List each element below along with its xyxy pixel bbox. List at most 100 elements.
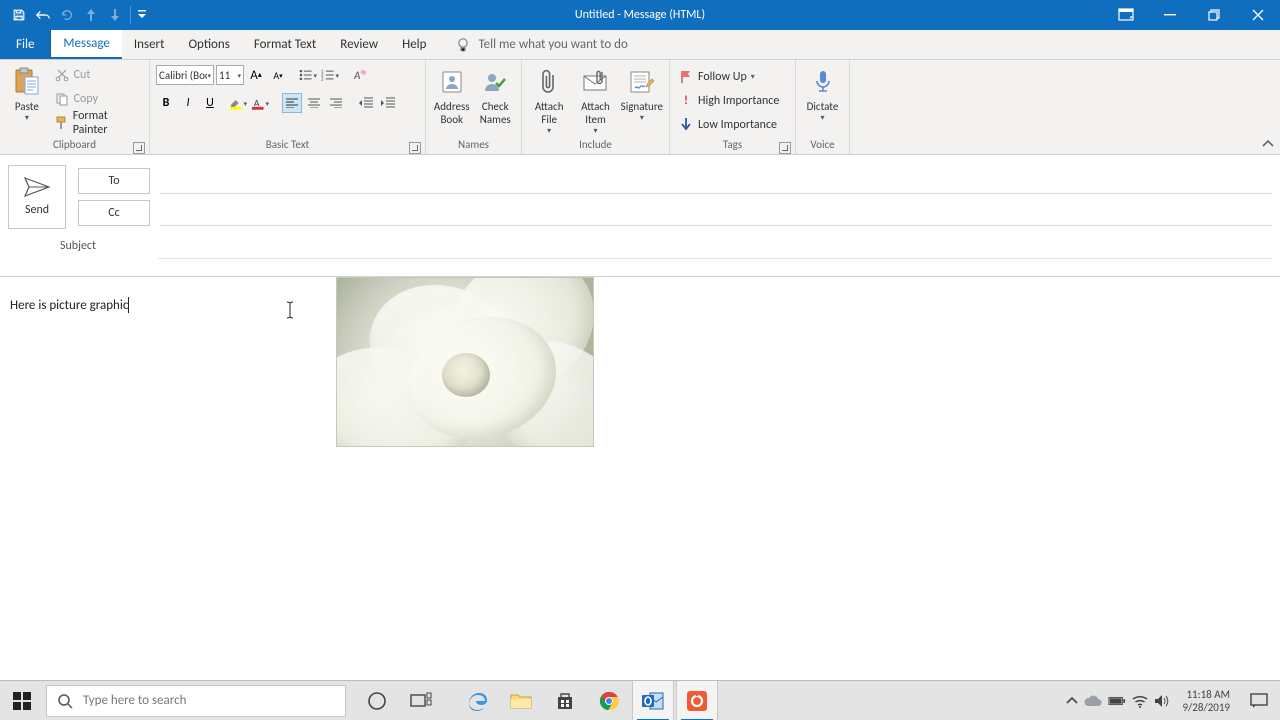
battery-icon[interactable] (1108, 695, 1126, 707)
tab-file[interactable]: File (0, 30, 51, 59)
cortana-icon[interactable] (356, 681, 398, 720)
message-body[interactable]: Here is picture graphic (0, 277, 1280, 680)
text-caret-icon (128, 297, 129, 313)
embedded-image[interactable] (336, 277, 594, 447)
group-basic-text-label: Basic Text (156, 138, 419, 154)
low-importance-button[interactable]: Low Importance (676, 114, 781, 136)
tab-help[interactable]: Help (390, 30, 438, 59)
copy-label: Copy (74, 92, 98, 106)
bullets-button[interactable]: ▾ (298, 65, 318, 85)
microsoft-store-icon[interactable] (544, 681, 586, 720)
minimize-button[interactable] (1148, 0, 1192, 30)
tab-message[interactable]: Message (51, 30, 121, 59)
signature-label: Signature (621, 100, 663, 113)
ribbon-tabs: File Message Insert Options Format Text … (0, 30, 1280, 60)
chrome-icon[interactable] (588, 681, 630, 720)
bold-button[interactable]: B (156, 93, 176, 113)
flag-icon (678, 69, 694, 85)
clear-formatting-button[interactable]: A (350, 65, 370, 85)
clipboard-dialog-launcher-icon[interactable] (133, 142, 145, 154)
follow-up-button[interactable]: Follow Up ▾ (676, 66, 781, 88)
onedrive-icon[interactable] (1084, 695, 1102, 707)
chevron-down-icon: ▾ (751, 72, 755, 82)
dictate-button[interactable]: Dictate ▾ (802, 64, 843, 121)
low-importance-label: Low Importance (698, 118, 777, 132)
underline-button[interactable]: U (200, 93, 220, 113)
clock-date: 9/28/2019 (1182, 701, 1230, 714)
numbering-button[interactable]: 123▾ (320, 65, 340, 85)
copy-icon (54, 91, 70, 107)
font-size-combo[interactable]: 11▾ (216, 65, 244, 85)
increase-indent-button[interactable] (378, 93, 398, 113)
tab-options[interactable]: Options (176, 30, 241, 59)
svg-text:3: 3 (321, 77, 324, 81)
body-text-content: Here is picture graphic (10, 298, 128, 313)
tray-overflow-icon[interactable] (1066, 696, 1078, 706)
text-highlight-button[interactable]: ▾ (228, 93, 248, 113)
save-icon[interactable] (8, 4, 30, 26)
attach-file-button[interactable]: Attach File ▾ (528, 64, 570, 134)
to-field[interactable] (160, 168, 1272, 194)
font-color-button[interactable]: A▾ (250, 93, 270, 113)
attach-item-icon (579, 66, 611, 98)
format-painter-button[interactable]: Format Painter (52, 112, 143, 134)
subject-field[interactable] (158, 233, 1272, 259)
send-icon (24, 177, 50, 197)
start-button[interactable] (0, 681, 44, 720)
font-size-value: 11 (219, 69, 230, 82)
paste-button[interactable]: Paste ▾ (6, 64, 48, 121)
follow-up-label: Follow Up (698, 70, 747, 84)
high-importance-button[interactable]: ! High Importance (676, 90, 781, 112)
cc-button[interactable]: Cc (78, 200, 150, 226)
shrink-font-button[interactable]: A▾ (268, 65, 288, 85)
align-right-button[interactable] (326, 93, 346, 113)
window-title: Untitled - Message (HTML) (0, 8, 1280, 22)
wifi-icon[interactable] (1132, 694, 1148, 708)
maximize-button[interactable] (1192, 0, 1236, 30)
edge-icon[interactable] (456, 681, 498, 720)
taskbar-pinned-apps (356, 681, 718, 720)
undo-icon[interactable] (32, 4, 54, 26)
font-name-combo[interactable]: Calibri (Boc▾ (156, 65, 214, 85)
tags-dialog-launcher-icon[interactable] (779, 142, 791, 154)
tab-insert[interactable]: Insert (122, 30, 177, 59)
cc-field[interactable] (160, 200, 1272, 226)
align-center-button[interactable] (304, 93, 324, 113)
clock-time: 11:18 AM (1186, 688, 1230, 701)
align-left-button[interactable] (282, 93, 302, 113)
address-book-button[interactable]: Address Book (432, 64, 472, 126)
tab-review[interactable]: Review (328, 30, 390, 59)
check-names-button[interactable]: Check Names (476, 64, 516, 126)
group-voice: Dictate ▾ Voice (796, 60, 850, 154)
collapse-ribbon-icon[interactable] (1262, 138, 1276, 152)
decrease-indent-button[interactable] (356, 93, 376, 113)
group-basic-text: Calibri (Boc▾ 11▾ A▴ A▾ ▾ 123▾ A (150, 60, 426, 154)
group-include-label: Include (528, 138, 663, 154)
group-tags: Follow Up ▾ ! High Importance Low Import… (670, 60, 796, 154)
taskbar-clock[interactable]: 11:18 AM 9/28/2019 (1176, 688, 1236, 714)
file-explorer-icon[interactable] (500, 681, 542, 720)
task-view-icon[interactable] (400, 681, 442, 720)
attach-item-button[interactable]: Attach Item ▾ (574, 64, 616, 134)
qat-customize-icon[interactable] (135, 4, 149, 26)
signature-button[interactable]: Signature ▾ (621, 64, 663, 121)
snagit-icon[interactable] (676, 681, 718, 720)
ribbon-display-options-icon[interactable] (1112, 4, 1140, 26)
tab-format-text[interactable]: Format Text (242, 30, 328, 59)
taskbar-search[interactable]: Type here to search (46, 685, 346, 717)
volume-icon[interactable] (1154, 694, 1170, 708)
windows-taskbar: Type here to search (0, 680, 1280, 720)
paste-label: Paste (15, 100, 39, 113)
paste-icon (11, 66, 43, 98)
action-center-icon[interactable] (1242, 681, 1276, 720)
send-button[interactable]: Send (8, 165, 66, 229)
tell-me-search[interactable]: Tell me what you want to do (456, 30, 627, 59)
outlook-icon[interactable] (632, 681, 674, 720)
to-button[interactable]: To (78, 168, 150, 194)
grow-font-button[interactable]: A▴ (246, 65, 266, 85)
group-clipboard: Paste ▾ Cut Copy (0, 60, 150, 154)
basic-text-dialog-launcher-icon[interactable] (409, 142, 421, 154)
prev-item-icon (80, 4, 102, 26)
italic-button[interactable]: I (178, 93, 198, 113)
close-button[interactable] (1236, 0, 1280, 30)
